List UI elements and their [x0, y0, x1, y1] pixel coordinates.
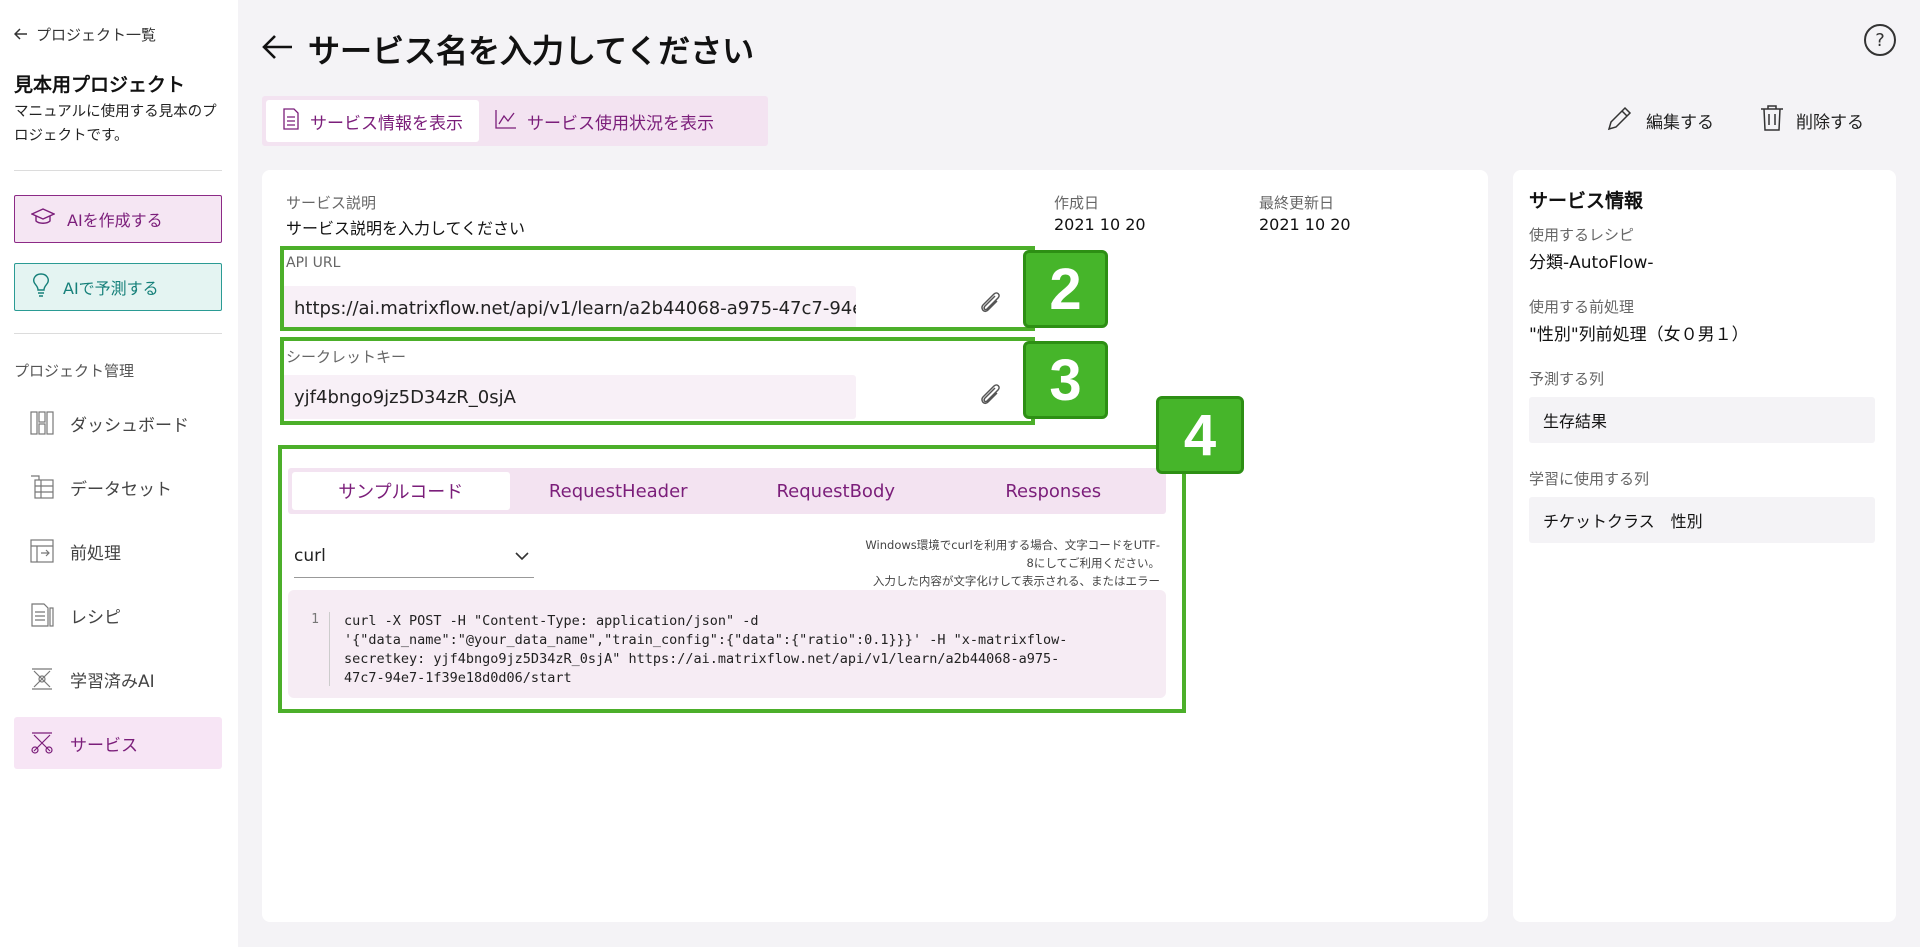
create-ai-button[interactable]: AIを作成する [14, 195, 222, 243]
description-label: サービス説明 [286, 194, 377, 212]
trained-ai-icon [28, 665, 56, 693]
sidebar-item-label: ダッシュボード [70, 415, 189, 436]
sidebar-item-label: レシピ [70, 607, 121, 628]
dataset-icon [28, 473, 56, 501]
line-chart-icon [495, 109, 517, 134]
predict-column-label: 予測する列 [1529, 370, 1605, 388]
created-date-value: 2021 10 20 [1054, 215, 1146, 234]
back-link-label: プロジェクト一覧 [36, 26, 157, 44]
preprocess-label: 使用する前処理 [1529, 298, 1635, 316]
sidebar-item-label: 学習済みAI [70, 671, 155, 692]
toggle-service-info-label: サービス情報を表示 [310, 113, 463, 134]
highlight-secret-key [280, 337, 1035, 425]
toggle-service-info[interactable]: サービス情報を表示 [266, 100, 479, 142]
dashboard-icon [28, 409, 56, 437]
updated-date-label: 最終更新日 [1259, 194, 1335, 212]
arrow-left-icon [13, 26, 28, 44]
description-value: サービス説明を入力してください [286, 219, 526, 238]
sidebar-item-service[interactable]: サービス [14, 717, 222, 769]
step-badge-4: 4 [1156, 396, 1244, 474]
page-title: サービス名を入力してください [308, 32, 755, 70]
pencil-icon [1606, 104, 1634, 137]
preprocess-value: "性別"列前処理（女０男１） [1529, 325, 1749, 345]
sidebar-item-label: データセット [70, 479, 172, 500]
project-management-heading: プロジェクト管理 [14, 362, 135, 380]
toggle-service-usage-label: サービス使用状況を表示 [527, 113, 714, 134]
create-ai-label: AIを作成する [67, 211, 163, 230]
created-date-label: 作成日 [1054, 194, 1100, 212]
recipe-icon [28, 601, 56, 629]
service-icon [28, 729, 56, 757]
divider [14, 333, 222, 334]
sidebar: プロジェクト一覧 見本用プロジェクト マニュアルに使用する見本のプロジェクトです… [0, 0, 238, 947]
service-info-panel: サービス情報 使用するレシピ 分類-AutoFlow- 使用する前処理 "性別"… [1513, 170, 1896, 922]
train-columns-label: 学習に使用する列 [1529, 470, 1650, 488]
service-info-title: サービス情報 [1529, 190, 1644, 212]
document-icon [282, 107, 300, 135]
predict-ai-label: AIで予測する [63, 279, 159, 298]
sidebar-item-label: 前処理 [70, 543, 121, 564]
lightbulb-icon [31, 272, 51, 302]
sidebar-item-label: サービス [70, 735, 138, 756]
project-description: マニュアルに使用する見本のプロジェクトです。 [14, 104, 217, 144]
step-badge-2: 2 [1023, 250, 1108, 328]
sidebar-item-dataset[interactable]: データセット [14, 461, 222, 513]
sidebar-item-dashboard[interactable]: ダッシュボード [14, 397, 222, 449]
recipe-label: 使用するレシピ [1529, 226, 1635, 244]
page-header: サービス名を入力してください [262, 26, 754, 72]
highlight-api-url [280, 246, 1035, 331]
back-to-projects-link[interactable]: プロジェクト一覧 [13, 24, 157, 45]
back-arrow-icon[interactable] [262, 34, 294, 64]
sidebar-item-trained-ai[interactable]: 学習済みAI [14, 653, 222, 705]
highlight-sample-code [278, 445, 1186, 713]
edit-label: 編集する [1646, 113, 1714, 133]
sidebar-item-recipe[interactable]: レシピ [14, 589, 222, 641]
view-toggle-group: サービス情報を表示 サービス使用状況を表示 [262, 96, 768, 146]
recipe-value: 分類-AutoFlow- [1529, 253, 1654, 273]
updated-date-value: 2021 10 20 [1259, 215, 1351, 234]
edit-button[interactable]: 編集する [1606, 104, 1714, 137]
step-badge-3: 3 [1023, 341, 1108, 419]
train-columns-value: チケットクラス 性別 [1529, 497, 1875, 543]
predict-column-value: 生存結果 [1529, 397, 1875, 443]
preprocess-icon [28, 537, 56, 565]
trash-icon [1760, 104, 1784, 137]
predict-ai-button[interactable]: AIで予測する [14, 263, 222, 311]
delete-button[interactable]: 削除する [1760, 104, 1864, 137]
delete-label: 削除する [1796, 113, 1864, 133]
help-icon[interactable]: ? [1864, 24, 1896, 56]
toggle-service-usage[interactable]: サービス使用状況を表示 [479, 100, 730, 142]
project-name: 見本用プロジェクト [14, 74, 186, 96]
sidebar-item-preprocess[interactable]: 前処理 [14, 525, 222, 577]
divider [14, 170, 222, 171]
graduation-cap-icon [30, 207, 56, 231]
